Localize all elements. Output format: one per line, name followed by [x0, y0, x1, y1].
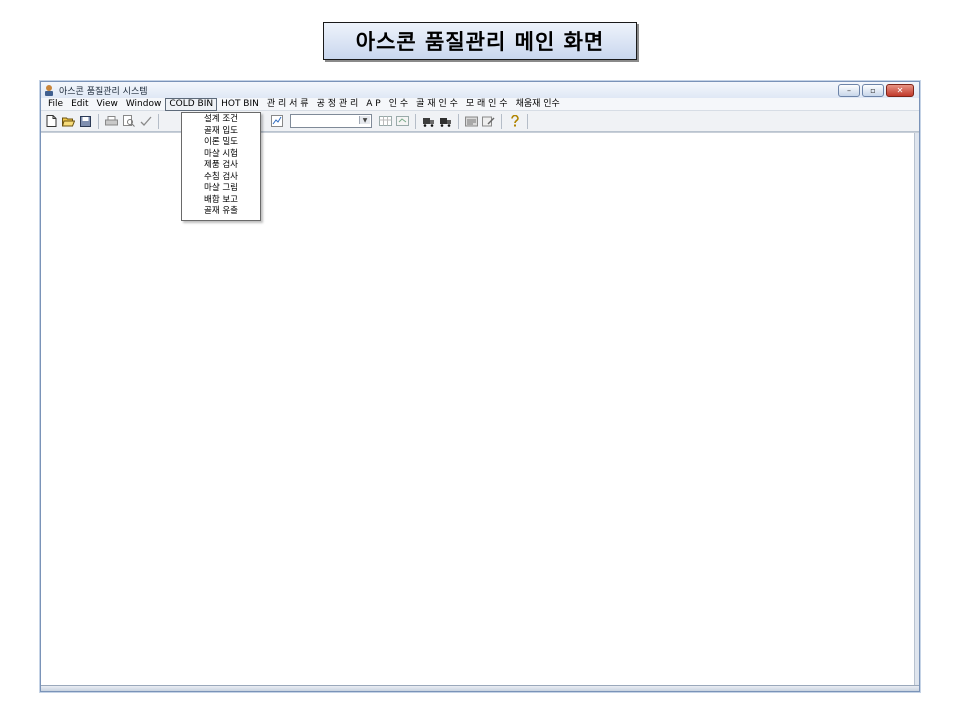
menu-item-immersion-inspection[interactable]: 수침 검사	[182, 172, 260, 184]
menu-window[interactable]: Window	[122, 99, 166, 110]
maximize-button[interactable]: ▫	[862, 84, 884, 97]
app-icon	[43, 84, 55, 96]
toolbar-separator	[527, 113, 528, 129]
menu-bar: File Edit View Window COLD BIN HOT BIN 관…	[41, 97, 919, 111]
menu-process-management[interactable]: 공 정 관 리	[313, 99, 363, 110]
toolbar-separator	[458, 113, 459, 129]
edit-icon[interactable]	[481, 114, 496, 128]
app-window: 아스콘 품질관리 시스템 – ▫ ✕ File Edit View Window…	[40, 81, 920, 692]
open-folder-icon[interactable]	[61, 114, 76, 128]
menu-filler-acceptance[interactable]: 채움재 인수	[512, 99, 564, 110]
menu-item-marshall-test[interactable]: 마샬 시험	[182, 149, 260, 161]
menu-file[interactable]: File	[44, 99, 67, 110]
help-icon[interactable]	[507, 114, 522, 128]
menu-acceptance[interactable]: 인 수	[385, 99, 412, 110]
menu-item-mix-report[interactable]: 배합 보고	[182, 195, 260, 207]
toolbar-separator	[98, 113, 99, 129]
menu-edit[interactable]: Edit	[67, 99, 92, 110]
close-button[interactable]: ✕	[886, 84, 914, 97]
chevron-down-icon[interactable]: ▼	[359, 116, 370, 124]
vehicle-icon[interactable]	[438, 114, 453, 128]
grid-icon[interactable]	[378, 114, 393, 128]
menu-view[interactable]: View	[93, 99, 122, 110]
menu-item-marshall-graph[interactable]: 마샬 그림	[182, 183, 260, 195]
toolbar-combo[interactable]: ▼	[290, 114, 372, 128]
export-icon[interactable]	[395, 114, 410, 128]
toolbar-separator	[415, 113, 416, 129]
new-file-icon[interactable]	[44, 114, 59, 128]
window-title: 아스콘 품질관리 시스템	[59, 86, 148, 97]
mdi-client-area[interactable]	[41, 132, 919, 691]
toolbar-separator	[501, 113, 502, 129]
minimize-button[interactable]: –	[838, 84, 860, 97]
menu-aggregate-acceptance[interactable]: 골 재 인 수	[412, 99, 462, 110]
status-bar	[41, 685, 919, 691]
report-icon[interactable]	[464, 114, 479, 128]
title-bar[interactable]: 아스콘 품질관리 시스템 – ▫ ✕	[41, 82, 919, 98]
vehicle-icon[interactable]	[421, 114, 436, 128]
toolbar: ▼	[41, 110, 919, 132]
menu-ap[interactable]: A P	[362, 99, 384, 110]
right-edge	[914, 133, 919, 686]
slide-title: 아스콘 품질관리 메인 화면	[323, 22, 637, 60]
menu-item-design-conditions[interactable]: 설계 조건	[182, 114, 260, 126]
menu-item-aggregate-outflow[interactable]: 골재 유출	[182, 206, 260, 218]
print-preview-icon[interactable]	[121, 114, 136, 128]
menu-cold-bin[interactable]: COLD BIN	[165, 97, 218, 111]
chart-icon[interactable]	[269, 114, 284, 128]
save-icon[interactable]	[78, 114, 93, 128]
menu-item-theoretical-density[interactable]: 이론 밀도	[182, 137, 260, 149]
toolbar-separator	[158, 113, 159, 129]
menu-item-aggregate-gradation[interactable]: 골재 입도	[182, 126, 260, 138]
menu-hot-bin[interactable]: HOT BIN	[217, 99, 263, 110]
print-icon[interactable]	[104, 114, 119, 128]
spell-check-icon[interactable]	[138, 114, 153, 128]
menu-management-docs[interactable]: 관 리 서 류	[263, 99, 313, 110]
menu-sand-acceptance[interactable]: 모 래 인 수	[462, 99, 512, 110]
cold-bin-dropdown-menu: 설계 조건 골재 입도 이론 밀도 마샬 시험 제품 검사 수침 검사 마샬 그…	[181, 112, 261, 221]
menu-item-product-inspection[interactable]: 제품 검사	[182, 160, 260, 172]
